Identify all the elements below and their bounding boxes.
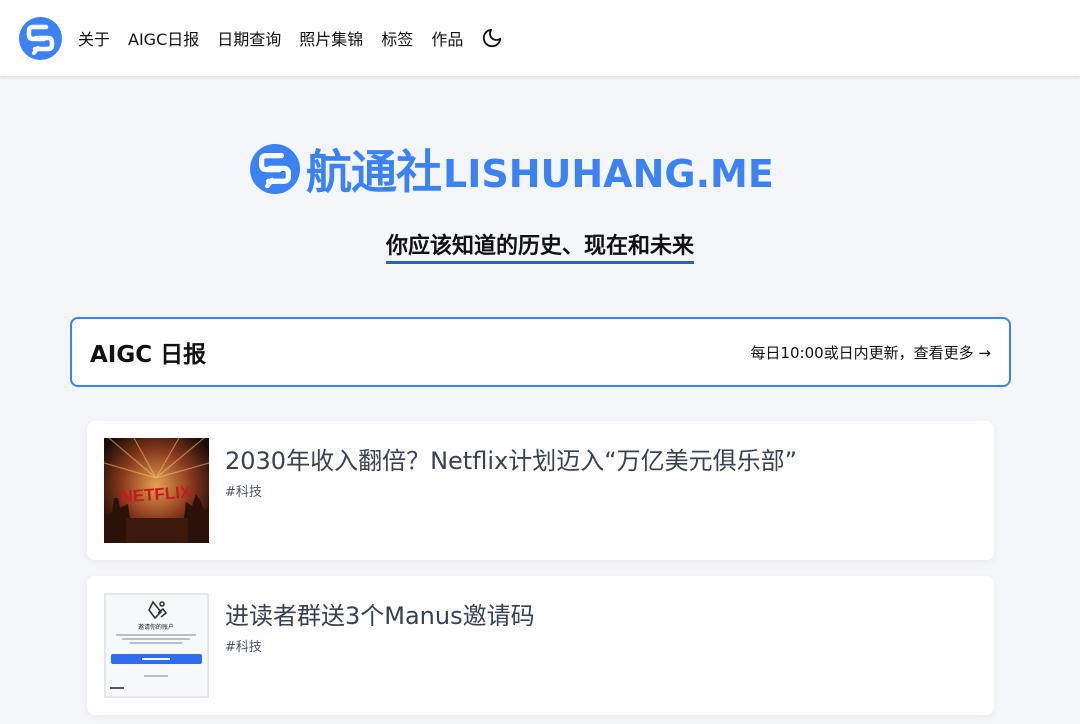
article-thumbnail[interactable]: 邀请你的账户 <box>104 593 209 698</box>
site-tagline: 你应该知道的历史、现在和未来 <box>385 228 694 264</box>
aigc-daily-section-header: AIGC 日报 每日10:00或日内更新，查看更多 → <box>70 317 1011 387</box>
nav-link-aigc-daily[interactable]: AIGC日报 <box>128 26 199 50</box>
article-card[interactable]: NETFLIX 2030年收入翻倍？Netflix计划迈入“万亿美元俱乐部” #… <box>87 421 994 560</box>
site-logo-icon[interactable] <box>19 16 62 60</box>
nav-link-works[interactable]: 作品 <box>431 26 463 50</box>
article-card[interactable]: 邀请你的账户 进读者群送3个Manus邀请码 #科技 <box>87 576 994 715</box>
nav-link-photos[interactable]: 照片集锦 <box>299 26 363 50</box>
brand-logo-icon <box>250 144 300 194</box>
brand-domain: LISHUHANG.ME <box>443 152 774 196</box>
thumbnail-invite-heading: 邀请你的账户 <box>138 623 174 631</box>
nav-link-about[interactable]: 关于 <box>78 26 110 50</box>
nav-links: 关于 AIGC日报 日期查询 照片集锦 标签 作品 <box>78 26 503 50</box>
article-thumbnail[interactable]: NETFLIX <box>104 438 209 543</box>
article-tag[interactable]: #科技 <box>225 636 262 655</box>
brand-header: 航通社 LISHUHANG.ME <box>250 134 830 204</box>
top-navbar: 关于 AIGC日报 日期查询 照片集锦 标签 作品 <box>0 0 1080 76</box>
article-title[interactable]: 2030年收入翻倍？Netflix计划迈入“万亿美元俱乐部” <box>225 441 797 476</box>
article-tag[interactable]: #科技 <box>225 481 262 500</box>
brand-name-cn: 航通社 <box>306 145 442 199</box>
nav-link-tags[interactable]: 标签 <box>381 26 413 50</box>
article-title[interactable]: 进读者群送3个Manus邀请码 <box>225 596 535 631</box>
aigc-view-more-link[interactable]: 每日10:00或日内更新，查看更多 → <box>750 342 991 363</box>
nav-link-date-search[interactable]: 日期查询 <box>217 26 281 50</box>
tagline-container: 你应该知道的历史、现在和未来 <box>0 228 1080 264</box>
dark-mode-moon-icon[interactable] <box>481 27 503 49</box>
aigc-section-title: AIGC 日报 <box>90 342 207 368</box>
